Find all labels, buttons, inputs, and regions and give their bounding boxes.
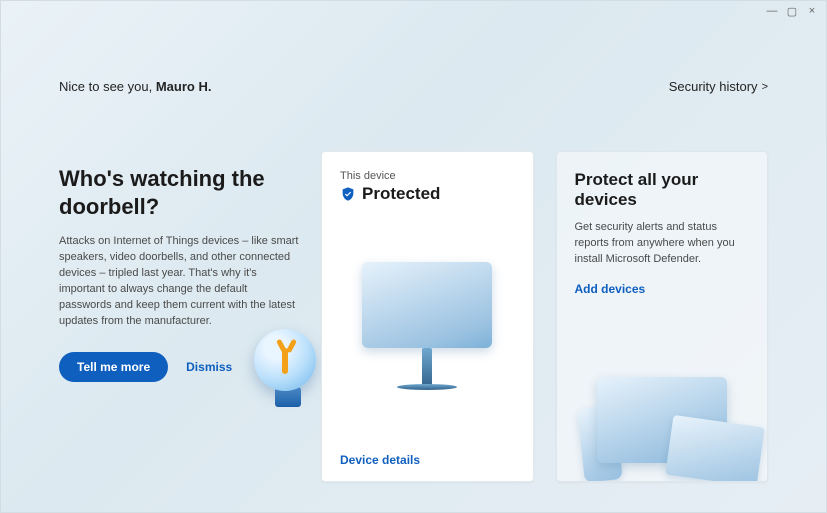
greeting-name: Mauro H. bbox=[156, 79, 212, 94]
this-device-card: This device Protected Device details bbox=[321, 151, 534, 482]
promo-body: Attacks on Internet of Things devices – … bbox=[59, 234, 299, 330]
device-details-link[interactable]: Device details bbox=[340, 453, 420, 467]
chevron-right-icon: > bbox=[762, 81, 768, 93]
status-line: Protected bbox=[340, 184, 515, 204]
add-devices-link[interactable]: Add devices bbox=[575, 282, 750, 296]
protect-title: Protect all your devices bbox=[575, 170, 750, 210]
promo-panel: Who's watching the doorbell? Attacks on … bbox=[59, 151, 299, 482]
this-device-label: This device bbox=[340, 170, 515, 182]
content-area: Who's watching the doorbell? Attacks on … bbox=[59, 151, 768, 482]
greeting-prefix: Nice to see you, bbox=[59, 79, 156, 94]
shield-check-icon bbox=[340, 186, 356, 202]
security-history-label: Security history bbox=[669, 79, 758, 94]
dismiss-button[interactable]: Dismiss bbox=[186, 360, 232, 374]
maximize-icon[interactable]: ▢ bbox=[786, 5, 798, 21]
promo-title: Who's watching the doorbell? bbox=[59, 165, 299, 220]
status-text: Protected bbox=[362, 184, 440, 204]
protect-body: Get security alerts and status reports f… bbox=[575, 220, 750, 268]
tell-me-more-button[interactable]: Tell me more bbox=[59, 352, 168, 382]
protect-devices-card: Protect all your devices Get security al… bbox=[556, 151, 769, 482]
top-row: Nice to see you, Mauro H. Security histo… bbox=[59, 79, 768, 94]
devices-illustration bbox=[557, 331, 768, 481]
greeting: Nice to see you, Mauro H. bbox=[59, 79, 211, 94]
defender-home-window: — ▢ × Nice to see you, Mauro H. Security… bbox=[0, 0, 827, 513]
monitor-illustration bbox=[340, 232, 515, 467]
lightbulb-icon bbox=[254, 329, 322, 419]
security-history-link[interactable]: Security history > bbox=[669, 79, 768, 94]
close-icon[interactable]: × bbox=[806, 5, 818, 21]
window-titlebar: — ▢ × bbox=[758, 1, 826, 25]
minimize-icon[interactable]: — bbox=[766, 5, 778, 21]
